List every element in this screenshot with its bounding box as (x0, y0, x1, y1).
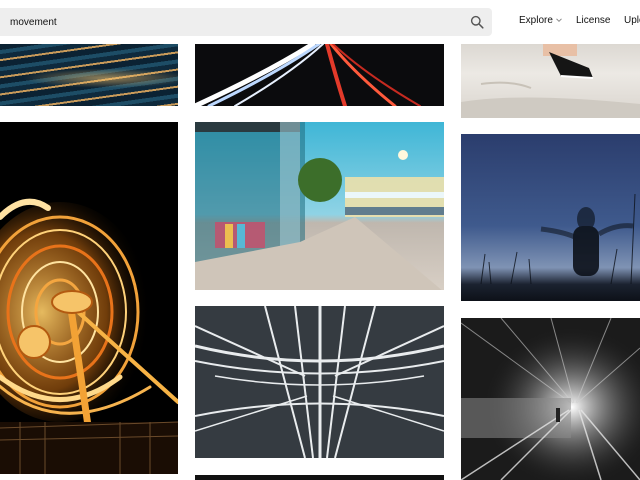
search-bar[interactable] (0, 8, 492, 36)
photo-blurred-figure[interactable] (461, 134, 640, 301)
nav-upload[interactable]: Uplo (624, 15, 640, 26)
chevron-down-icon (556, 18, 562, 23)
photo-station-walkway[interactable] (461, 318, 640, 480)
photo-sneaker-sand[interactable] (461, 44, 640, 118)
nav-explore-label: Explore (519, 15, 553, 26)
photo-light-trails[interactable] (195, 44, 444, 106)
nav-license[interactable]: License (576, 15, 610, 26)
search-icon[interactable] (470, 15, 484, 29)
search-input[interactable] (10, 8, 450, 36)
photo-bus-stop-motion[interactable] (195, 122, 444, 290)
photo-partial[interactable] (195, 475, 444, 480)
nav-explore[interactable]: Explore (519, 15, 562, 26)
photo-ocean-wave[interactable] (0, 44, 178, 106)
photo-ferris-wheel[interactable] (0, 122, 178, 474)
top-bar: Explore License Uplo (0, 0, 640, 44)
photo-tunnel-zoom[interactable] (195, 306, 444, 458)
